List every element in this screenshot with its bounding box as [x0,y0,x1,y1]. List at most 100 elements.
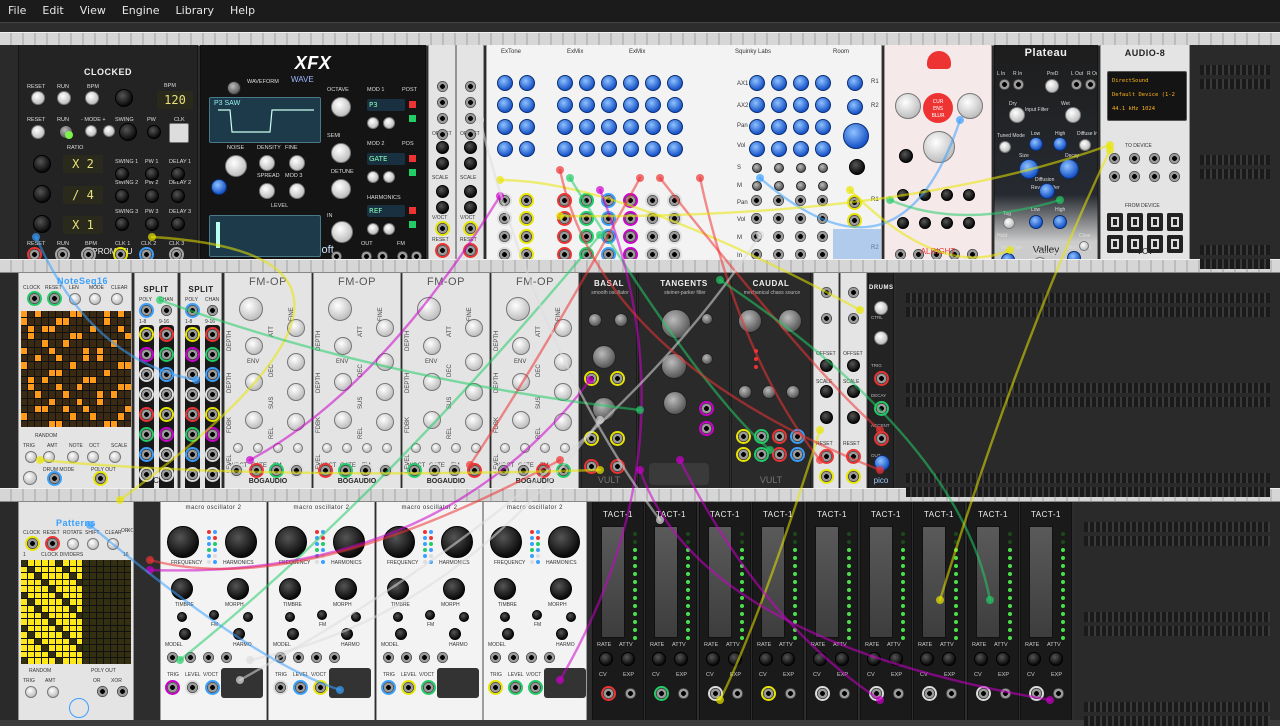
release-knob[interactable] [376,413,394,431]
attv-knob[interactable] [1049,652,1063,666]
split-jack[interactable] [207,369,218,380]
grid-cell[interactable] [62,658,69,664]
grid-cell[interactable] [111,573,118,579]
grid-cell[interactable] [118,369,125,376]
grid-cell[interactable] [48,325,55,332]
grid-cell[interactable] [125,612,131,619]
grid-cell[interactable] [21,384,27,391]
macro-jack[interactable] [530,682,541,693]
grid-cell[interactable] [62,325,69,332]
grid-cell[interactable] [97,579,104,586]
grid-cell[interactable] [125,605,131,612]
depth-knob[interactable] [245,337,263,355]
grid-cell[interactable] [111,347,118,354]
grid-cell[interactable] [104,398,111,406]
grid-cell[interactable] [118,599,125,605]
grid-cell[interactable] [90,325,97,332]
grid-cell[interactable] [69,332,76,340]
grid-cell[interactable] [111,632,118,638]
grid-cell[interactable] [69,645,76,651]
spread-knob[interactable] [289,183,305,199]
clock-jack[interactable] [83,249,94,259]
fmop-jack[interactable] [251,465,262,476]
grid-cell[interactable] [83,632,90,638]
frequency-knob[interactable] [275,526,307,558]
cv-jack[interactable] [710,688,721,699]
grid-cell[interactable] [62,354,69,362]
grid-cell[interactable] [62,347,69,354]
attv-knob[interactable] [996,652,1010,666]
grid-cell[interactable] [34,586,41,592]
fmop-jack[interactable] [271,465,282,476]
squinky-jack[interactable] [817,195,828,206]
grid-cell[interactable] [83,638,90,645]
morph-knob[interactable] [443,578,465,600]
grid-cell[interactable] [76,560,83,566]
plateau-jack[interactable] [1071,79,1082,90]
squinky-jack[interactable] [773,213,784,224]
voct-jack[interactable] [437,223,448,234]
mixer-jack[interactable] [625,249,636,259]
touch-strip[interactable] [815,526,839,638]
grid-cell[interactable] [90,619,97,625]
grid-cell[interactable] [41,413,48,420]
grid-cell[interactable] [76,599,83,605]
grid-cell[interactable] [27,391,34,398]
grid-cell[interactable] [27,362,34,369]
noteseq-jack[interactable] [49,293,60,304]
grid-cell[interactable] [62,398,69,406]
harmonics-knob[interactable] [333,526,365,558]
squinky-jack[interactable] [817,213,828,224]
grid-cell[interactable] [104,625,111,632]
grid-cell[interactable] [104,638,111,645]
chan-jack[interactable] [207,305,218,316]
module-noteseq16[interactable]: NoteSeq16 CLOCK RESET LEN MODE CLEAR RANDOM TRI… [18,273,132,488]
from-device-jack[interactable] [1127,213,1143,231]
grid-cell[interactable] [118,619,125,625]
grid-cell[interactable] [104,347,111,354]
noteseq-knob[interactable] [69,293,81,305]
rate-knob[interactable] [974,652,988,666]
level-knob[interactable] [512,411,530,429]
mixer-knob[interactable] [645,75,661,91]
harmo-knob[interactable] [233,628,245,640]
solo-button[interactable] [818,163,828,173]
drum-mode-btn[interactable] [23,471,37,485]
grid-cell[interactable] [125,638,131,645]
mixer-knob[interactable] [601,119,617,135]
grid-cell[interactable] [90,579,97,586]
grid-cell[interactable] [21,354,27,362]
grid-cell[interactable] [97,651,104,658]
mixer-jack[interactable] [625,195,636,206]
pupil-knob-left[interactable] [895,93,921,119]
grid-cell[interactable] [118,340,125,347]
grid-cell[interactable] [27,420,34,427]
grid-cell[interactable] [118,391,125,398]
grid-cell[interactable] [76,406,83,413]
room-size-knob[interactable] [843,123,869,149]
grid-cell[interactable] [104,384,111,391]
grid-cell[interactable] [21,638,27,645]
grid-cell[interactable] [118,638,125,645]
grid-cell[interactable] [62,376,69,384]
mixer-jack[interactable] [647,231,658,242]
sustain-knob[interactable] [287,383,305,401]
grid-cell[interactable] [21,376,27,384]
grid-cell[interactable] [27,384,34,391]
mixer-knob[interactable] [601,97,617,113]
swing-pw-delay-knob[interactable] [145,167,159,181]
from-device-jack[interactable] [1127,235,1143,253]
grid-cell[interactable] [69,566,76,573]
squinky-jack[interactable] [795,213,806,224]
grid-cell[interactable] [118,632,125,638]
mixer-jack[interactable] [499,195,510,206]
model-knob[interactable] [287,628,299,640]
grid-cell[interactable] [90,376,97,384]
grid-cell[interactable] [55,311,62,318]
split-jack[interactable] [161,349,172,360]
caudal-jack[interactable] [792,431,803,442]
grid-cell[interactable] [90,638,97,645]
grid-cell[interactable] [111,560,118,566]
grid-cell[interactable] [69,632,76,638]
grid-cell[interactable] [76,625,83,632]
